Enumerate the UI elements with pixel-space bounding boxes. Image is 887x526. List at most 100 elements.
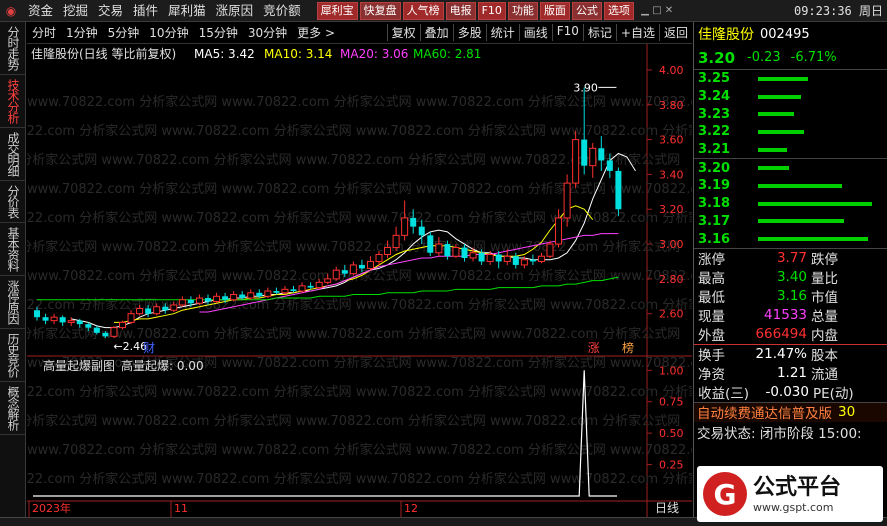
sub-tick-label: 0.75 [659,396,684,409]
left-tab-7[interactable]: 概念解析 [0,382,26,435]
tool-6[interactable]: 标记 [582,24,616,41]
stat-row: 最高 3.40 量比 [694,268,887,287]
left-tab-5[interactable]: 涨停原因 [0,276,26,329]
chart-area[interactable]: www.70822.com 分析家公式网 www.70822.com 分析家公式… [27,44,692,517]
time-label: 2023年 [32,501,71,515]
bids-volume-bar [758,237,869,242]
asks-row[interactable]: 3.24 [694,88,887,106]
left-tab-2[interactable]: 成交明细 [0,128,26,181]
period-4[interactable]: 15分钟 [194,24,243,41]
period-3[interactable]: 10分钟 [144,24,193,41]
tool-5[interactable]: F10 [551,24,583,41]
candle-body [187,299,194,304]
stat-label-2: 跌停 [811,252,838,269]
bids-volume-bar [758,166,790,171]
menu-item-2[interactable]: 交易 [93,0,128,22]
asks-row[interactable]: 3.23 [694,105,887,123]
candle-body [307,285,314,288]
left-tab-4[interactable]: 基本资料 [0,223,26,276]
asks-row[interactable]: 3.22 [694,123,887,141]
bids-volume-bar [758,201,872,206]
quick-button-3[interactable]: 电报 [445,1,476,20]
menu-item-6[interactable]: 竞价额 [258,0,306,22]
app-logo-icon[interactable]: ◉ [3,3,19,19]
stat-label-2: 总量 [811,309,838,326]
tool-7[interactable]: +自选 [615,24,659,41]
left-tab-1[interactable]: 技术分析 [0,75,26,128]
maximize-icon[interactable]: □ [651,5,663,16]
asks-price: 3.23 [698,106,731,122]
stats-block-2: 换手 21.47% 股本 净资 1.21 流通 收益(三) -0.030 PE(动) [694,345,887,402]
quick-button-8[interactable]: 选项 [603,1,634,20]
bids-row[interactable]: 3.18 [694,195,887,213]
candle-body [136,307,144,315]
close-icon[interactable]: ✕ [663,5,675,16]
menu-item-5[interactable]: 涨原因 [211,0,259,22]
candle-body [606,160,613,171]
candle-body [555,217,563,245]
quick-button-2[interactable]: 人气榜 [402,1,444,20]
quick-button-7[interactable]: 公式 [571,1,602,20]
left-tab-6[interactable]: 历史竞价 [0,329,26,382]
bids-row[interactable]: 3.17 [694,213,887,231]
asks-price: 3.21 [698,142,731,158]
tool-2[interactable]: 多股 [452,24,486,41]
asks-volume-bar [758,94,802,99]
watermark-text: www.70822.com 分析家公式网 www.70822.com 分析家公式… [27,181,692,197]
menu-item-4[interactable]: 犀利猫 [163,0,211,22]
left-tab-3[interactable]: 分价表 [0,181,26,223]
candle-body [222,296,229,300]
bids-row[interactable]: 3.20 [694,159,887,177]
quick-button-1[interactable]: 快复盘 [359,1,401,20]
tool-4[interactable]: 画线 [518,24,552,41]
period-0[interactable]: 分时 [27,24,61,41]
period-tab-daily[interactable]: 日线 [655,501,679,515]
menu-item-0[interactable]: 资金 [23,0,58,22]
sub-tick-label: 0.50 [659,427,684,440]
candle-body [110,327,118,337]
tool-8[interactable]: 返回 [658,24,692,41]
stat-label-2: 市值 [811,290,838,307]
menu-item-1[interactable]: 挖掘 [58,0,93,22]
candle-body [520,259,528,266]
period-5[interactable]: 30分钟 [243,24,292,41]
candle-body [589,147,597,167]
candle-body [273,291,280,293]
candle-body [85,324,92,328]
clock: 09:23:36 周日 [793,4,883,18]
stat-label: 涨停 [698,252,725,269]
price-tick-label: 3.60 [659,134,684,147]
asks-row[interactable]: 3.21 [694,141,887,159]
asks-row[interactable]: 3.25 [694,70,887,88]
bids-price: 3.17 [698,213,731,229]
sub-tick-label: 0.25 [659,459,684,472]
minimize-icon[interactable]: ▁ [639,5,651,16]
event-marker[interactable]: 涨 [588,340,600,355]
bids-row[interactable]: 3.19 [694,177,887,195]
tool-1[interactable]: 叠加 [419,24,453,41]
stat-label: 现量 [698,309,725,326]
tool-3[interactable]: 统计 [485,24,519,41]
stat-row: 涨停 3.77 跌停 [694,249,887,268]
period-6[interactable]: 更多 > [292,24,340,41]
quick-button-0[interactable]: 犀利宝 [316,1,358,20]
tool-0[interactable]: 复权 [386,24,420,41]
left-tab-0[interactable]: 分时走势 [0,22,26,75]
bids-volume-bar [758,219,845,224]
bids-row[interactable]: 3.16 [694,230,887,248]
period-1[interactable]: 1分钟 [61,24,103,41]
event-marker[interactable]: 财 [143,341,155,355]
stat-value: 3.40 [776,269,807,286]
stat-value: 666494 [755,326,807,343]
event-marker[interactable]: 榜 [622,340,634,355]
kline-chart[interactable]: www.70822.com 分析家公式网 www.70822.com 分析家公式… [27,44,692,517]
period-2[interactable]: 5分钟 [103,24,145,41]
quick-button-6[interactable]: 版面 [539,1,570,20]
stat-row: 外盘 666494 内盘 [694,325,887,344]
quick-button-5[interactable]: 功能 [507,1,538,20]
candle-body [119,321,126,329]
ma-legend-1: MA10: 3.14 [264,47,332,61]
menu-item-3[interactable]: 插件 [128,0,163,22]
quick-button-4[interactable]: F10 [477,1,506,20]
promo-banner[interactable]: 自动续费通达信普及版 30 [694,401,887,422]
